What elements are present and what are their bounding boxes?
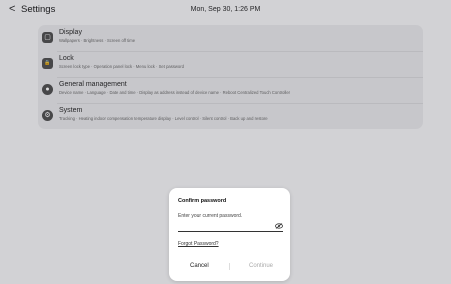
eye-off-icon[interactable] [275, 223, 288, 231]
cancel-button[interactable]: Cancel [190, 263, 209, 269]
confirm-password-dialog: Confirm password Enter your current pass… [169, 188, 290, 281]
password-input[interactable] [178, 222, 283, 232]
continue-button[interactable]: Continue [249, 263, 273, 269]
dialog-title: Confirm password [178, 198, 227, 204]
dialog-prompt: Enter your current password. [178, 213, 243, 219]
forgot-password-link[interactable]: Forgot Password? [178, 241, 219, 247]
button-divider [229, 263, 230, 270]
